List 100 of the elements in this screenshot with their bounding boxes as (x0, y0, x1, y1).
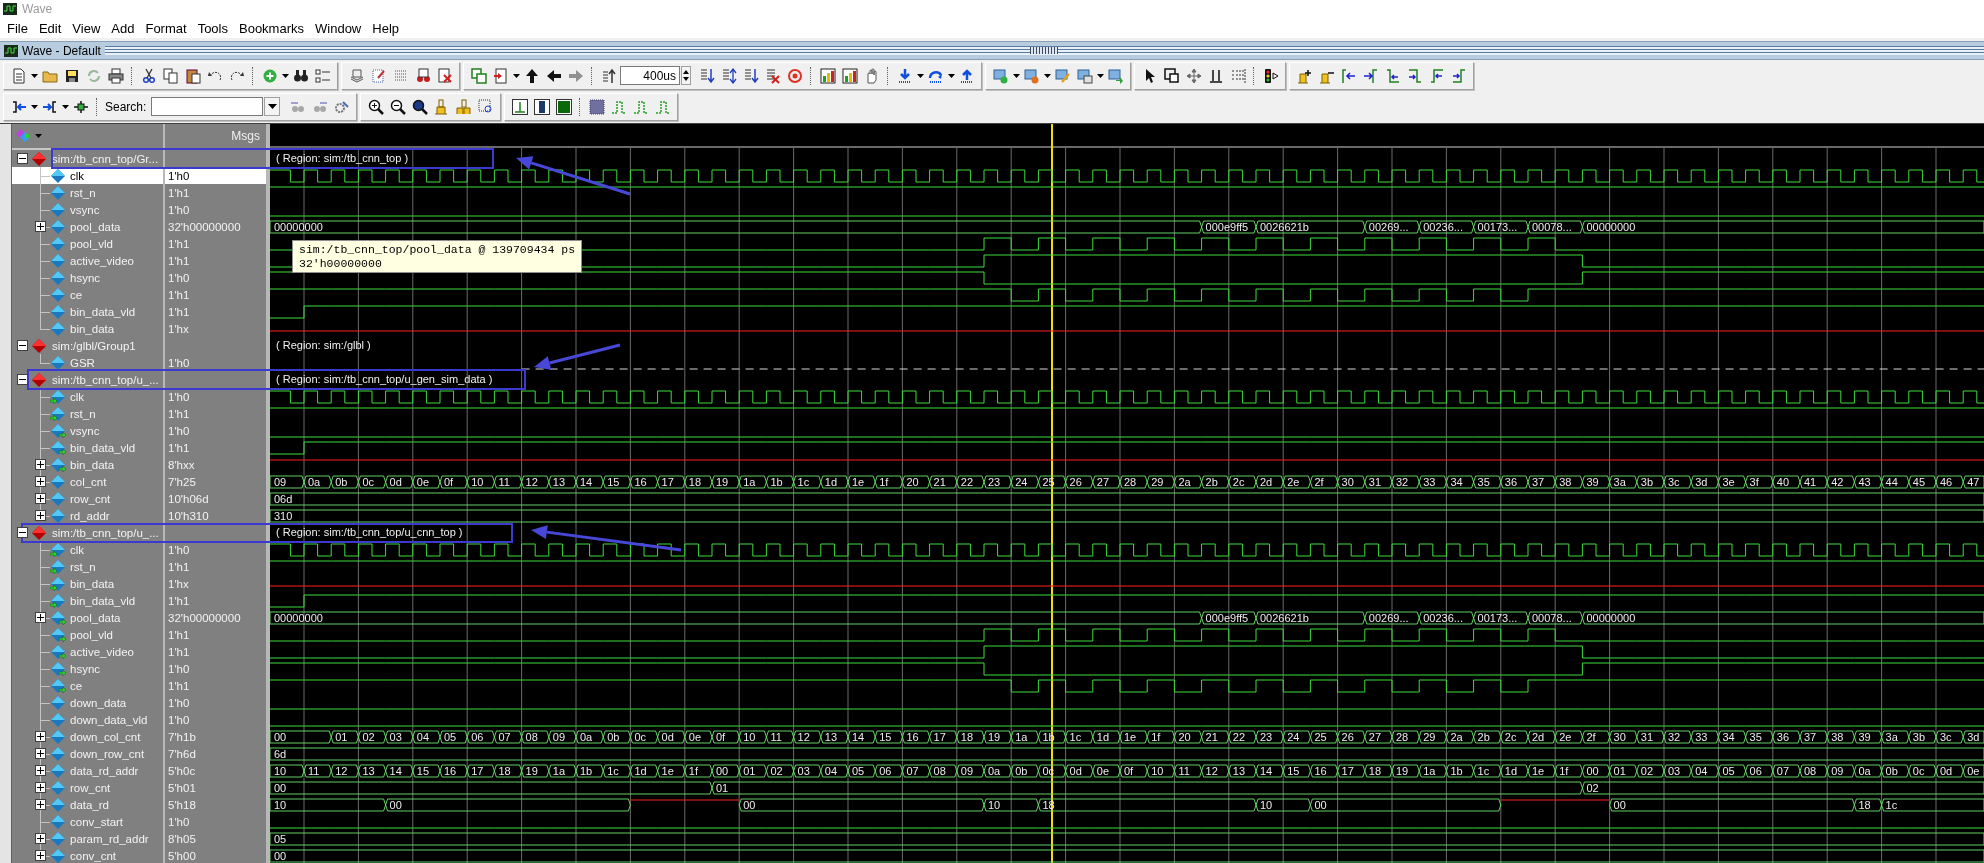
expand-toggle[interactable] (35, 510, 46, 521)
menu-item[interactable]: Add (106, 20, 141, 36)
expand-toggle[interactable] (35, 221, 46, 232)
menu-item[interactable]: Format (140, 20, 193, 36)
signal-row[interactable]: bin_data_vld (12, 303, 163, 320)
signal-row[interactable]: clk (12, 167, 163, 184)
signal-row[interactable]: down_data_vld (12, 711, 163, 728)
signal-row[interactable]: row_cnt (12, 779, 163, 796)
signal-row[interactable]: conv_cnt (12, 847, 163, 863)
bus-segment: 15 (874, 730, 903, 744)
signal-row[interactable]: down_data (12, 694, 163, 711)
bus-segment: 2e (1282, 475, 1311, 489)
expand-toggle[interactable] (35, 833, 46, 844)
group-row[interactable]: sim:/tb_cnn_top/u_... (12, 524, 163, 541)
signal-row[interactable]: param_rd_addr (12, 830, 163, 847)
diamond-in-arrow-icon (50, 388, 66, 405)
diamond-icon (50, 269, 66, 286)
group-diamond-icon (31, 524, 47, 541)
expand-toggle[interactable] (35, 612, 46, 623)
expand-toggle[interactable] (17, 340, 28, 351)
signal-row[interactable]: active_video (12, 643, 163, 660)
signal-row[interactable]: GSR (12, 354, 163, 371)
expand-toggle[interactable] (35, 850, 46, 861)
minus-icon (19, 155, 26, 162)
menu-item[interactable]: Tools (192, 20, 234, 36)
bus-segment: 35 (1745, 730, 1774, 744)
expand-toggle[interactable] (35, 799, 46, 810)
signal-row[interactable]: clk (12, 541, 163, 558)
dropdown-icon[interactable] (264, 97, 281, 116)
signals-menu-icon[interactable] (16, 129, 42, 143)
grip-handle[interactable] (1030, 47, 1059, 54)
window-title: Wave (22, 2, 53, 16)
expand-toggle[interactable] (35, 765, 46, 776)
time-field[interactable]: 400us (620, 66, 680, 85)
signal-row[interactable]: row_cnt (12, 490, 163, 507)
signal-row[interactable]: active_video (12, 252, 163, 269)
signal-row[interactable]: rd_addr (12, 507, 163, 524)
group-row[interactable]: sim:/tb_cnn_top/Gr... (12, 150, 163, 167)
signal-row[interactable]: pool_vld (12, 235, 163, 252)
signal-row[interactable]: vsync (12, 422, 163, 439)
signal-row[interactable]: data_rd (12, 796, 163, 813)
signal-row[interactable]: bin_data (12, 320, 163, 337)
signal-row[interactable]: clk (12, 388, 163, 405)
menu-item[interactable]: Bookmarks (234, 20, 310, 36)
signal-row[interactable]: rst_n (12, 405, 163, 422)
signal-value: 10'h06d (167, 491, 210, 507)
menu-item[interactable]: File (2, 20, 34, 36)
signal-row[interactable]: rst_n (12, 184, 163, 201)
expand-toggle[interactable] (35, 459, 46, 470)
expand-toggle[interactable] (17, 374, 28, 385)
expand-toggle[interactable] (35, 748, 46, 759)
bus-segment: 0e (1092, 764, 1121, 778)
signal-row[interactable]: data_rd_addr (12, 762, 163, 779)
signal-row[interactable]: bin_data (12, 456, 163, 473)
expand-toggle[interactable] (35, 782, 46, 793)
spinner-icon[interactable] (681, 66, 691, 85)
expand-toggle[interactable] (35, 476, 46, 487)
bus-segment: 01 (711, 781, 1583, 795)
bus-segment: 00269... (1364, 220, 1420, 234)
menu-item[interactable]: View (67, 20, 107, 36)
signal-row[interactable]: bin_data (12, 575, 163, 592)
signal-row[interactable]: down_row_cnt (12, 745, 163, 762)
bus-segment: 1f (1554, 764, 1583, 778)
signal-row[interactable]: hsync (12, 269, 163, 286)
bus-segment: 46 (1935, 475, 1964, 489)
bus-segment: 3e (1717, 475, 1747, 489)
minus-icon (19, 342, 26, 349)
menu-item[interactable]: Window (310, 20, 368, 36)
expand-toggle[interactable] (35, 731, 46, 742)
expand-toggle[interactable] (17, 527, 28, 538)
signal-row[interactable]: bin_data_vld (12, 592, 163, 609)
signal-name: pool_data (70, 611, 121, 624)
bus-segment: 2f (1581, 730, 1611, 744)
menu-item[interactable]: Edit (33, 20, 68, 36)
menu-item[interactable]: Help (367, 20, 405, 36)
signal-row[interactable]: ce (12, 677, 163, 694)
signal-row[interactable]: vsync (12, 201, 163, 218)
group-row[interactable]: sim:/tb_cnn_top/u_... (12, 371, 163, 388)
search-field[interactable] (151, 97, 264, 116)
group-row[interactable]: sim:/glbl/Group1 (12, 337, 163, 354)
signal-row[interactable]: col_cnt (12, 473, 163, 490)
signal-row[interactable]: pool_vld (12, 626, 163, 643)
bus-segment: 01 (738, 764, 767, 778)
signal-row[interactable]: conv_start (12, 813, 163, 830)
signal-name: bin_data (70, 322, 115, 335)
signal-row[interactable]: hsync (12, 660, 163, 677)
expand-toggle[interactable] (17, 153, 28, 164)
signal-name: GSR (70, 356, 95, 369)
signal-row[interactable]: down_col_cnt (12, 728, 163, 745)
bus-segment: 03 (793, 764, 822, 778)
bus-segment: 17 (1337, 764, 1366, 778)
signal-row[interactable]: ce (12, 286, 163, 303)
signal-name: conv_start (70, 815, 124, 828)
signal-row[interactable]: pool_data (12, 218, 163, 235)
signal-row[interactable]: bin_data_vld (12, 439, 163, 456)
diamond-icon (50, 847, 66, 863)
bus-segment: 00000000 (270, 220, 1203, 234)
expand-toggle[interactable] (35, 493, 46, 504)
signal-row[interactable]: pool_data (12, 609, 163, 626)
signal-row[interactable]: rst_n (12, 558, 163, 575)
